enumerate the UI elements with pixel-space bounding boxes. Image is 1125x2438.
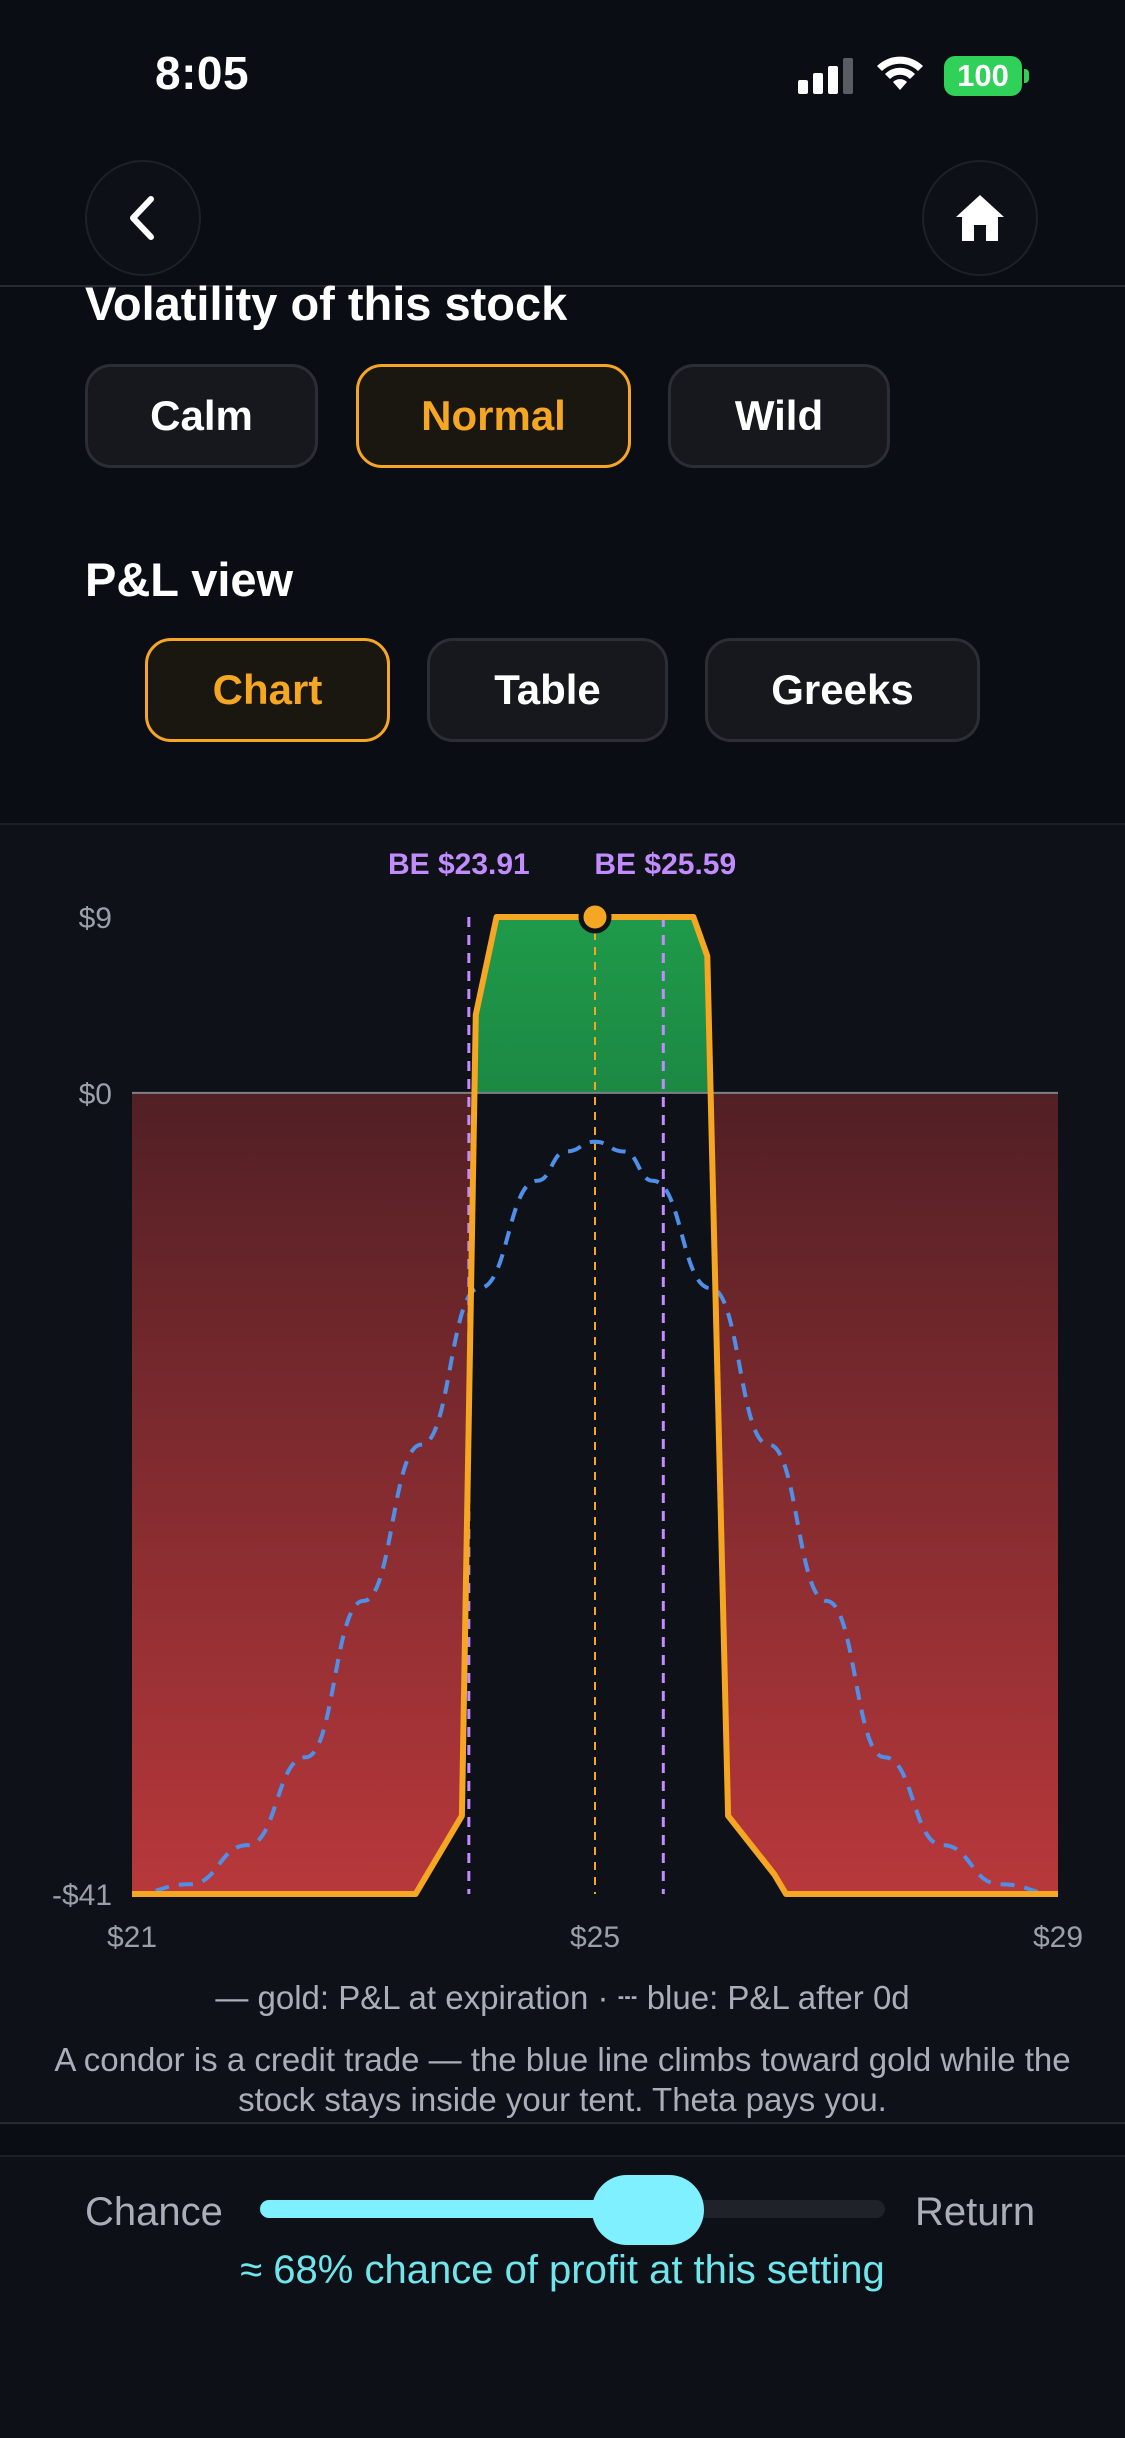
tab-chart[interactable]: Chart	[145, 638, 390, 742]
chart-legend: — gold: P&L at expiration · ┄ blue: P&L …	[215, 1979, 910, 2016]
tab-greeks[interactable]: Greeks	[705, 638, 980, 742]
battery-indicator: 100	[944, 56, 1022, 96]
probability-text: ≈ 68% chance of profit at this setting	[240, 2248, 885, 2292]
current-price-marker	[578, 900, 612, 934]
breakeven-label: BE $25.59	[594, 848, 736, 881]
y-tick-label: $9	[79, 902, 112, 935]
home-icon	[956, 195, 1004, 241]
slider-fill	[260, 2200, 648, 2218]
home-button[interactable]	[922, 160, 1038, 276]
slider-left-label: Chance	[85, 2190, 223, 2234]
tab-table[interactable]: Table	[427, 638, 668, 742]
back-button[interactable]	[85, 160, 201, 276]
slider-thumb[interactable]	[591, 2175, 704, 2245]
x-tick-label: $29	[1033, 1921, 1083, 1954]
chart-explanation: A condor is a credit trade — the blue li…	[54, 2041, 1071, 2118]
wifi-icon	[877, 56, 923, 90]
chevron-left-icon	[130, 196, 154, 240]
y-tick-label: $0	[79, 1078, 112, 1111]
battery-level: 100	[957, 58, 1009, 93]
panel-divider	[0, 2122, 1125, 2124]
signal-icon	[798, 58, 853, 94]
status-time: 8:05	[155, 47, 250, 99]
volatility-title: Volatility of this stock	[85, 277, 568, 330]
volatility-normal-button[interactable]: Normal	[356, 364, 631, 468]
pl-chart[interactable]: $9 $0 -$41 $21 $25 $29 BE $23.91 BE $25.59	[0, 823, 1125, 1973]
y-tick-label: -$41	[52, 1879, 112, 1912]
breakeven-label: BE $23.91	[388, 848, 530, 881]
x-tick-label: $21	[107, 1921, 157, 1954]
battery-cap	[1024, 69, 1029, 83]
x-tick-label: $25	[570, 1921, 620, 1954]
volatility-wild-button[interactable]: Wild	[668, 364, 890, 468]
slider-right-label: Return	[915, 2190, 1036, 2234]
pl-view-title: P&L view	[85, 553, 294, 606]
volatility-calm-button[interactable]: Calm	[85, 364, 318, 468]
